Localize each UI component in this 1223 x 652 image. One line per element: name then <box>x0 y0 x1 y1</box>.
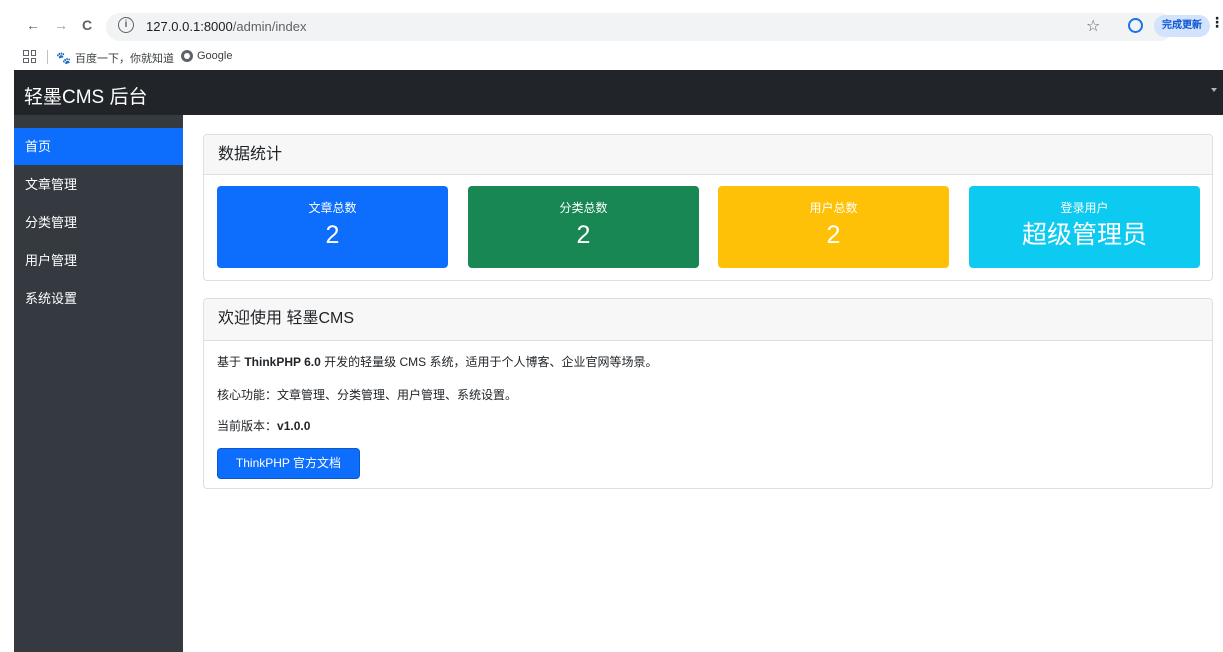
apps-grid-icon[interactable] <box>23 50 36 63</box>
stat-label: 登录用户 <box>1060 201 1109 215</box>
sidebar-item-users[interactable]: 用户管理 <box>14 242 183 279</box>
stat-current-user: 登录用户 超级管理员 <box>969 186 1200 268</box>
stat-label: 文章总数 <box>308 201 357 215</box>
sidebar-item-home[interactable]: 首页 <box>14 128 183 165</box>
stat-users: 用户总数 2 <box>718 186 949 268</box>
stat-value: 超级管理员 <box>1021 221 1147 249</box>
stat-value: 2 <box>325 221 340 249</box>
sidebar: 首页 文章管理 分类管理 用户管理 系统设置 <box>14 115 183 652</box>
bookmark-baidu[interactable]: 🐾 百度一下，你就知道 <box>56 50 174 66</box>
sidebar-item-settings[interactable]: 系统设置 <box>14 280 183 317</box>
stat-label: 用户总数 <box>809 201 858 215</box>
brand-title[interactable]: 轻墨CMS 后台 <box>24 82 148 109</box>
profile-icon[interactable] <box>1128 18 1143 33</box>
stat-value: 2 <box>576 221 591 249</box>
thinkphp-docs-button[interactable]: ThinkPHP 官方文档 <box>217 448 360 479</box>
stat-value: 2 <box>826 221 841 249</box>
stat-label: 分类总数 <box>559 201 608 215</box>
globe-icon <box>181 50 193 62</box>
back-icon[interactable]: ← <box>24 16 42 34</box>
forward-icon[interactable]: → <box>52 16 70 34</box>
url-text[interactable]: 127.0.0.1:8000/admin/index <box>146 19 306 34</box>
sidebar-item-articles[interactable]: 文章管理 <box>14 166 183 203</box>
bookmark-google[interactable]: Google <box>181 50 232 62</box>
site-info-icon[interactable]: i <box>118 17 134 33</box>
baidu-paw-icon: 🐾 <box>56 51 71 65</box>
reload-icon[interactable]: C <box>78 16 96 34</box>
bookmarks-divider <box>47 50 48 64</box>
menu-kebab-icon[interactable]: ⋮ <box>1210 14 1223 31</box>
stat-articles: 文章总数 2 <box>217 186 448 268</box>
welcome-card-title: 欢迎使用 轻墨CMS <box>204 299 1212 341</box>
welcome-description: 基于 ThinkPHP 6.0 开发的轻量级 CMS 系统，适用于个人博客、企业… <box>217 355 658 369</box>
user-dropdown-caret-icon[interactable] <box>1211 88 1217 92</box>
core-features-text: 核心功能：文章管理、分类管理、用户管理、系统设置。 <box>217 388 518 402</box>
sidebar-item-categories[interactable]: 分类管理 <box>14 204 183 241</box>
bookmark-star-icon[interactable]: ☆ <box>1086 16 1100 36</box>
update-button[interactable]: 完成更新 <box>1154 15 1210 37</box>
version-text: 当前版本：v1.0.0 <box>217 419 311 433</box>
app-navbar: 轻墨CMS 后台 <box>14 70 1223 115</box>
stats-card-title: 数据统计 <box>204 135 1212 175</box>
stat-categories: 分类总数 2 <box>468 186 699 268</box>
